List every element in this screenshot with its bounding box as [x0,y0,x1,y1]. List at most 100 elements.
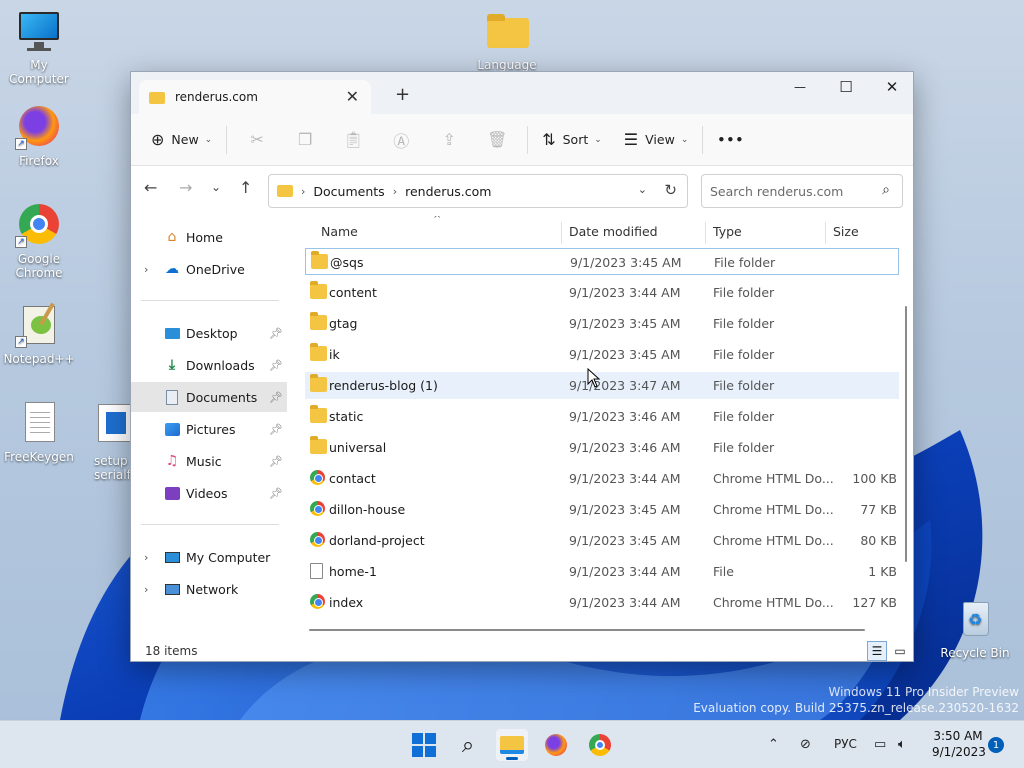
nav-item-documents[interactable]: Documents 📌︎ [131,382,287,412]
file-explorer-taskbar-button[interactable] [496,729,528,761]
file-row[interactable]: home-1 9/1/2023 3:44 AM File 1 KB [305,558,899,585]
desktop-icon-recycle-bin[interactable]: ♻ Recycle Bin [936,596,1014,660]
details-view-icon[interactable]: ☰ [867,641,887,661]
forward-arrow-icon[interactable]: → [179,178,192,197]
nav-label: OneDrive [186,261,245,277]
start-button[interactable] [408,729,440,761]
expand-chevron-icon[interactable]: › [144,263,148,276]
tab-renderus[interactable]: renderus.com ✕ [139,80,371,114]
notification-badge[interactable]: 1 [988,737,1004,753]
search-icon: ⌕ [882,182,890,198]
pin-icon[interactable]: 📌︎ [269,487,283,500]
desktop-icon-language[interactable]: Language [468,8,546,72]
mouse-cursor [587,368,601,388]
file-row[interactable]: dillon-house 9/1/2023 3:45 AM Chrome HTML … [305,496,899,523]
chevron-down-icon: ⌄ [680,134,689,145]
sort-button[interactable]: ⇅ Sort ⌄ [534,122,610,158]
column-header-size[interactable]: Size [833,224,859,239]
input-language[interactable]: РУС [834,737,857,751]
minimize-button[interactable]: — [777,72,823,102]
paste-icon[interactable]: 📋︎ [329,122,377,158]
vertical-scrollbar[interactable] [905,306,907,562]
file-row[interactable]: dorland-project 9/1/2023 3:45 AM Chrome HT… [305,527,899,554]
more-options-button[interactable]: ••• [709,122,752,158]
desktop-icon-firefox[interactable]: ↗ Firefox [0,104,78,168]
nav-item-desktop[interactable]: Desktop 📌︎ [131,318,287,348]
column-header-type[interactable]: Type [713,224,742,239]
nav-divider [141,300,279,301]
view-button[interactable]: ☰ View ⌄ [616,122,697,158]
file-row[interactable]: contact 9/1/2023 3:44 AM Chrome HTML Do...… [305,465,899,492]
tiles-view-icon[interactable]: ▭ [890,641,910,661]
file-row[interactable]: @sqs 9/1/2023 3:45 AM File folder [305,248,899,275]
new-tab-button[interactable]: + [395,84,410,105]
address-dropdown-icon[interactable]: ⌄ [638,183,647,196]
column-divider [705,222,706,244]
breadcrumb-documents[interactable]: Documents [313,184,384,199]
pin-icon[interactable]: 📌︎ [269,327,283,340]
nav-item-home[interactable]: ⌂ Home [131,222,287,252]
file-row[interactable]: content 9/1/2023 3:44 AM File folder [305,279,899,306]
recent-chevron-icon[interactable]: ⌄ [211,180,221,194]
rename-icon[interactable]: Ⓐ [377,122,425,158]
breadcrumb-renderus[interactable]: renderus.com [405,184,491,199]
share-icon[interactable]: ⇪ [425,122,473,158]
nav-item-my-computer[interactable]: › My Computer [131,542,287,572]
nav-item-network[interactable]: › Network [131,574,287,604]
cut-icon[interactable]: ✂ [233,122,281,158]
address-bar[interactable]: › Documents › renderus.com ⌄ ↻ [268,174,688,208]
back-arrow-icon[interactable]: ← [144,178,157,197]
file-date: 9/1/2023 3:46 AM [569,440,681,455]
file-row[interactable]: universal 9/1/2023 3:46 AM File folder [305,434,899,461]
file-row[interactable]: renderus-blog (1) 9/1/2023 3:47 AM File fo… [305,372,899,399]
desktop-icon-notepadpp[interactable]: ↗ Notepad++ [0,302,78,366]
chrome-icon [589,734,611,756]
file-name: contact [329,471,376,486]
new-button[interactable]: ⊕ New ⌄ [143,122,220,158]
file-type: File folder [713,440,775,455]
display-icon[interactable]: ▭ [874,737,886,752]
close-window-button[interactable]: ✕ [869,72,915,102]
volume-icon[interactable]: 🔈︎ [898,737,906,752]
file-row[interactable]: gtag 9/1/2023 3:45 AM File folder [305,310,899,337]
expand-chevron-icon[interactable]: › [144,551,148,564]
desktop-icon-freekeygen[interactable]: FreeKeygen [0,400,78,464]
pin-icon[interactable]: 📌︎ [269,391,283,404]
nav-item-downloads[interactable]: ⤓ Downloads 📌︎ [131,350,287,380]
delete-icon[interactable]: 🗑︎ [473,122,521,158]
horizontal-scrollbar[interactable] [309,629,865,631]
close-tab-icon[interactable]: ✕ [346,87,359,106]
clock[interactable]: 3:50 AM 9/1/2023 [932,728,986,760]
file-row[interactable]: ik 9/1/2023 3:45 AM File folder [305,341,899,368]
expand-chevron-icon[interactable]: › [144,583,148,596]
firefox-taskbar-button[interactable] [540,729,572,761]
network-offline-icon[interactable]: ⊘ [800,737,811,752]
search-box[interactable]: Search renderus.com ⌕ [701,174,903,208]
desktop-icon-chrome[interactable]: ↗ Google Chrome [0,202,78,280]
up-arrow-icon[interactable]: ↑ [239,178,252,197]
nav-item-pictures[interactable]: Pictures 📌︎ [131,414,287,444]
maximize-button[interactable]: ☐ [823,72,869,102]
sort-up-icon: ^ [433,216,442,225]
show-hidden-icons-chevron[interactable]: ⌃ [768,737,779,752]
file-row[interactable]: static 9/1/2023 3:46 AM File folder [305,403,899,430]
file-name: dillon-house [329,502,406,517]
nav-item-videos[interactable]: Videos 📌︎ [131,478,287,508]
column-header-name[interactable]: Name [321,224,358,239]
network-icon [164,581,180,597]
copy-icon[interactable]: ❐ [281,122,329,158]
chrome-taskbar-button[interactable] [584,729,616,761]
search-taskbar-button[interactable]: ⌕ [452,729,484,761]
pin-icon[interactable]: 📌︎ [269,455,283,468]
pin-icon[interactable]: 📌︎ [269,359,283,372]
navigation-pane: ⌂ Home › ☁ OneDrive Desktop 📌︎ ⤓ Downloa… [131,216,291,626]
refresh-icon[interactable]: ↻ [664,181,677,199]
column-header-date[interactable]: Date modified [569,224,658,239]
nav-item-music[interactable]: ♫ Music 📌︎ [131,446,287,476]
nav-item-onedrive[interactable]: › ☁ OneDrive [131,254,287,284]
pin-icon[interactable]: 📌︎ [269,423,283,436]
desktop-icon-my-computer[interactable]: My Computer [0,8,78,86]
file-name: content [329,285,377,300]
file-row[interactable]: index 9/1/2023 3:44 AM Chrome HTML Do... 12… [305,589,899,616]
file-date: 9/1/2023 3:45 AM [569,347,681,362]
